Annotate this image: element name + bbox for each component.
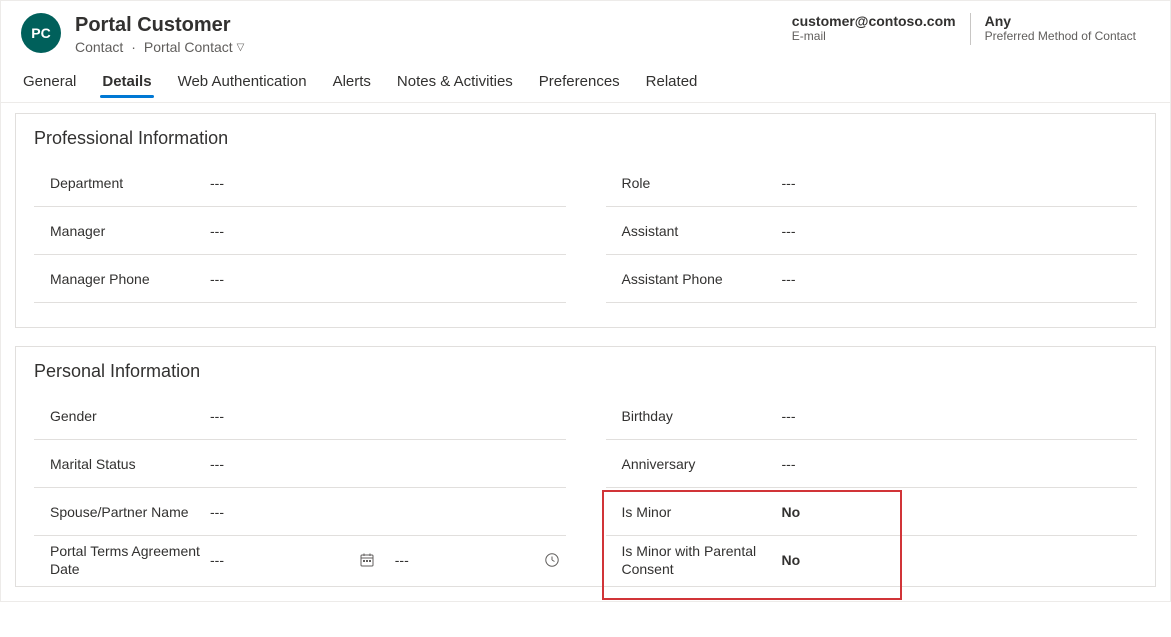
header-contact-method-block[interactable]: Any Preferred Method of Contact [971,13,1150,43]
section-professional-right: Role --- Assistant --- Assistant Phone -… [606,159,1138,303]
field-label: Marital Status [34,455,204,473]
field-assistant[interactable]: Assistant --- [606,207,1138,255]
field-value: --- [776,223,1138,239]
tab-general[interactable]: General [21,63,78,102]
chevron-down-icon: ▽ [237,42,245,53]
field-label: Manager Phone [34,270,204,288]
field-birthday[interactable]: Birthday --- [606,392,1138,440]
field-manager[interactable]: Manager --- [34,207,566,255]
field-label: Manager [34,222,204,240]
field-label: Role [606,174,776,192]
section-professional: Professional Information Department --- … [15,113,1156,328]
field-portal-terms-agreement-date[interactable]: Portal Terms Agreement Date --- [34,536,566,584]
field-value: --- [204,175,566,191]
form-selector[interactable]: Portal Contact ▽ [144,39,244,55]
section-personal-right: Birthday --- Anniversary --- Is Minor No… [606,392,1138,584]
section-personal-left: Gender --- Marital Status --- Spouse/Par… [34,392,566,584]
field-value: --- [204,223,566,239]
field-value: --- [204,408,566,424]
form-shell: PC Portal Customer Contact · Portal Cont… [0,0,1171,602]
field-value: --- [204,504,566,520]
field-label: Spouse/Partner Name [34,503,204,521]
field-manager-phone[interactable]: Manager Phone --- [34,255,566,303]
field-value: --- [776,456,1138,472]
field-label: Gender [34,407,204,425]
calendar-icon[interactable] [353,552,381,568]
title-block: Portal Customer Contact · Portal Contact… [75,13,778,55]
field-spouse-partner[interactable]: Spouse/Partner Name --- [34,488,566,536]
field-value: --- [776,271,1138,287]
field-value: --- [204,456,566,472]
field-value: No [776,552,1138,568]
subtitle-row: Contact · Portal Contact ▽ [75,39,778,55]
field-department[interactable]: Department --- [34,159,566,207]
header-contact-method-value: Any [985,13,1136,29]
field-is-minor[interactable]: Is Minor No [606,488,1138,536]
header-right: customer@contoso.com E-mail Any Preferre… [778,13,1150,45]
field-value-date: --- [204,552,353,568]
form-body: Professional Information Department --- … [1,103,1170,601]
field-label: Assistant Phone [606,270,776,288]
tab-alerts[interactable]: Alerts [331,63,373,102]
field-label: Birthday [606,407,776,425]
record-title: Portal Customer [75,13,778,37]
field-role[interactable]: Role --- [606,159,1138,207]
header-email-value: customer@contoso.com [792,13,956,29]
tab-web-authentication[interactable]: Web Authentication [176,63,309,102]
field-label: Is Minor [606,503,776,521]
header-email-label: E-mail [792,29,956,43]
field-gender[interactable]: Gender --- [34,392,566,440]
field-label: Assistant [606,222,776,240]
section-professional-left: Department --- Manager --- Manager Phone… [34,159,566,303]
section-title-personal: Personal Information [34,361,1137,382]
separator-dot: · [127,39,140,55]
tab-notes-activities[interactable]: Notes & Activities [395,63,515,102]
tab-related[interactable]: Related [644,63,700,102]
tab-preferences[interactable]: Preferences [537,63,622,102]
tabstrip: General Details Web Authentication Alert… [1,63,1170,103]
field-label: Portal Terms Agreement Date [34,542,204,578]
section-personal: Personal Information Gender --- Marital … [15,346,1156,587]
avatar: PC [21,13,61,53]
section-title-professional: Professional Information [34,128,1137,149]
field-label: Anniversary [606,455,776,473]
header-contact-method-label: Preferred Method of Contact [985,29,1136,43]
field-value: --- [776,408,1138,424]
form-header: PC Portal Customer Contact · Portal Cont… [1,1,1170,63]
field-value: No [776,504,1138,520]
field-assistant-phone[interactable]: Assistant Phone --- [606,255,1138,303]
field-is-minor-parental-consent[interactable]: Is Minor with Parental Consent No [606,536,1138,584]
field-value-time: --- [381,552,538,568]
field-label: Department [34,174,204,192]
tab-details[interactable]: Details [100,63,153,102]
field-marital-status[interactable]: Marital Status --- [34,440,566,488]
entity-label: Contact [75,39,123,55]
form-name: Portal Contact [144,39,233,55]
field-value: --- [776,175,1138,191]
header-email-block[interactable]: customer@contoso.com E-mail [778,13,970,43]
clock-icon[interactable] [538,552,566,568]
field-anniversary[interactable]: Anniversary --- [606,440,1138,488]
field-value: --- [204,271,566,287]
field-label: Is Minor with Parental Consent [606,542,776,578]
